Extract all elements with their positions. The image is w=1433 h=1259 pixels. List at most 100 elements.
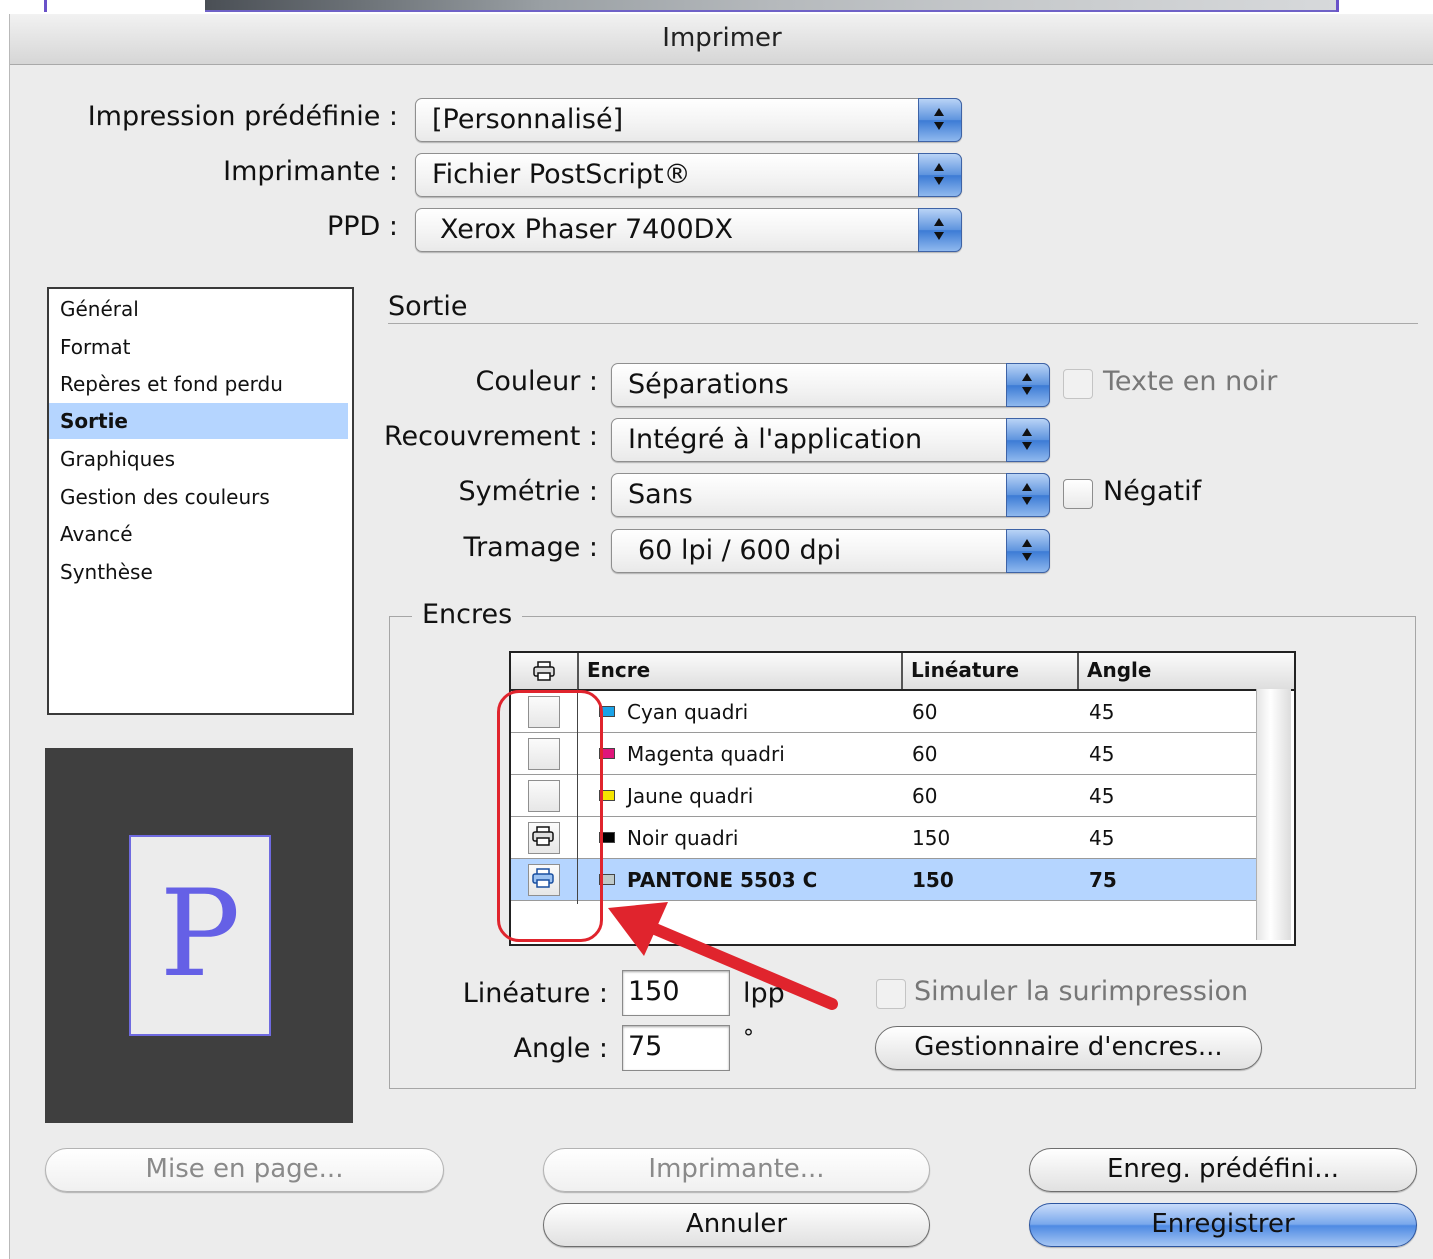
screening-label: Tramage :	[463, 532, 598, 563]
ink-name: Cyan quadri	[627, 700, 749, 724]
text-black-label: Texte en noir	[1103, 366, 1278, 397]
frequency-unit: lpp	[743, 978, 785, 1009]
save-preset-label: Enreg. prédéfini...	[1106, 1154, 1340, 1184]
flip-label: Symétrie :	[458, 476, 598, 507]
trapping-value: Intégré à l'application	[628, 424, 923, 455]
page-preview[interactable]: P	[45, 748, 353, 1123]
ink-row[interactable]: Cyan quadri 60 45	[511, 691, 1256, 733]
color-label: Couleur :	[475, 366, 599, 397]
printer-button-label: Imprimante...	[648, 1154, 825, 1184]
background-image	[205, 0, 1338, 10]
ink-row[interactable]: Noir quadri 150 45	[511, 817, 1256, 859]
simulate-overprint-checkbox[interactable]	[876, 979, 906, 1009]
category-label: Graphiques	[60, 447, 175, 471]
ink-name: Noir quadri	[627, 826, 739, 850]
printer-label: Imprimante :	[223, 156, 398, 187]
negative-label: Négatif	[1103, 476, 1202, 507]
ppd-value: Xerox Phaser 7400DX	[440, 214, 733, 245]
save-button[interactable]: Enregistrer	[1029, 1203, 1417, 1247]
popup-arrows-icon	[1006, 418, 1050, 462]
category-item-format[interactable]: Format	[49, 329, 348, 365]
category-label: Général	[60, 297, 139, 321]
trapping-label: Recouvrement :	[383, 421, 598, 452]
title-bar: Imprimer	[10, 14, 1433, 65]
frequency-input[interactable]: 150	[622, 970, 730, 1016]
dialog-title: Imprimer	[662, 23, 782, 53]
print-dialog: Imprimer Impression prédéfinie : [Person…	[9, 14, 1433, 1259]
angle-input[interactable]: 75	[622, 1025, 730, 1071]
ink-angle: 45	[1089, 784, 1115, 808]
popup-arrows-icon	[918, 98, 962, 142]
column-angle[interactable]: Angle	[1077, 653, 1296, 689]
category-item-summary[interactable]: Synthèse	[49, 554, 348, 590]
category-item-color-management[interactable]: Gestion des couleurs	[49, 479, 348, 515]
negative-checkbox[interactable]	[1063, 479, 1093, 509]
simulate-overprint-label: Simuler la surimpression	[914, 976, 1249, 1007]
category-label: Synthèse	[60, 560, 153, 584]
cancel-button[interactable]: Annuler	[543, 1203, 930, 1247]
inks-table-header: Encre Linéature Angle	[511, 653, 1294, 691]
ink-frequency: 60	[912, 784, 938, 808]
annotation-highlight-oval	[497, 690, 603, 942]
color-popup[interactable]: Séparations	[611, 363, 1050, 407]
category-item-graphics[interactable]: Graphiques	[49, 441, 348, 477]
popup-arrows-icon	[918, 208, 962, 252]
printer-popup[interactable]: Fichier PostScript®	[415, 153, 962, 197]
column-ink[interactable]: Encre	[577, 653, 901, 689]
category-item-advanced[interactable]: Avancé	[49, 516, 348, 552]
angle-input-value: 75	[628, 1031, 663, 1062]
column-frequency[interactable]: Linéature	[901, 653, 1077, 689]
section-title: Sortie	[388, 291, 468, 322]
popup-arrows-icon	[1006, 363, 1050, 407]
angle-field-label: Angle :	[513, 1033, 608, 1064]
ink-angle: 45	[1089, 700, 1115, 724]
popup-arrows-icon	[1006, 473, 1050, 517]
flip-popup[interactable]: Sans	[611, 473, 1050, 517]
save-preset-button[interactable]: Enreg. prédéfini...	[1029, 1148, 1417, 1192]
ink-row[interactable]: Jaune quadri 60 45	[511, 775, 1256, 817]
preset-popup[interactable]: [Personnalisé]	[415, 98, 962, 142]
ink-angle: 75	[1089, 868, 1117, 892]
category-list: Général Format Repères et fond perdu Sor…	[47, 287, 354, 715]
text-black-checkbox[interactable]	[1063, 369, 1093, 399]
ppd-popup[interactable]: Xerox Phaser 7400DX	[415, 208, 962, 252]
preset-value: [Personnalisé]	[432, 104, 624, 135]
ink-frequency: 60	[912, 700, 938, 724]
preview-letter: P	[159, 865, 241, 1004]
ink-frequency: 150	[912, 826, 951, 850]
flip-value: Sans	[628, 479, 693, 510]
section-divider	[388, 323, 1418, 324]
category-item-marks-bleed[interactable]: Repères et fond perdu	[49, 366, 348, 402]
frequency-field-label: Linéature :	[462, 978, 608, 1009]
ink-frequency: 150	[912, 868, 954, 892]
background-mark-right	[1336, 0, 1339, 12]
color-value: Séparations	[628, 369, 789, 400]
category-item-output[interactable]: Sortie	[49, 403, 348, 439]
inks-group-label: Encres	[412, 599, 523, 630]
column-frequency-label: Linéature	[911, 658, 1020, 682]
preset-label: Impression prédéfinie :	[87, 101, 398, 132]
save-label: Enregistrer	[1151, 1209, 1295, 1239]
page-setup-label: Mise en page...	[145, 1154, 344, 1184]
cancel-label: Annuler	[685, 1209, 788, 1239]
column-print[interactable]	[511, 653, 577, 689]
ink-row[interactable]: Magenta quadri 60 45	[511, 733, 1256, 775]
background-window-strip	[0, 0, 1433, 14]
printer-button[interactable]: Imprimante...	[543, 1148, 930, 1192]
ink-manager-button[interactable]: Gestionnaire d'encres...	[875, 1026, 1262, 1070]
ink-angle: 45	[1089, 742, 1115, 766]
ink-name: Jaune quadri	[627, 784, 754, 808]
screening-popup[interactable]: 60 lpi / 600 dpi	[611, 529, 1050, 573]
ink-frequency: 60	[912, 742, 938, 766]
ink-name: PANTONE 5503 C	[627, 868, 818, 892]
trapping-popup[interactable]: Intégré à l'application	[611, 418, 1050, 462]
inks-table-scrollbar[interactable]	[1256, 689, 1291, 940]
category-label: Avancé	[60, 522, 133, 546]
popup-arrows-icon	[1006, 529, 1050, 573]
ppd-label: PPD :	[326, 211, 398, 242]
column-ink-label: Encre	[587, 658, 651, 682]
category-item-general[interactable]: Général	[49, 291, 348, 327]
page-setup-button[interactable]: Mise en page...	[45, 1148, 444, 1192]
preview-page: P	[129, 835, 271, 1036]
category-label: Repères et fond perdu	[60, 372, 283, 396]
